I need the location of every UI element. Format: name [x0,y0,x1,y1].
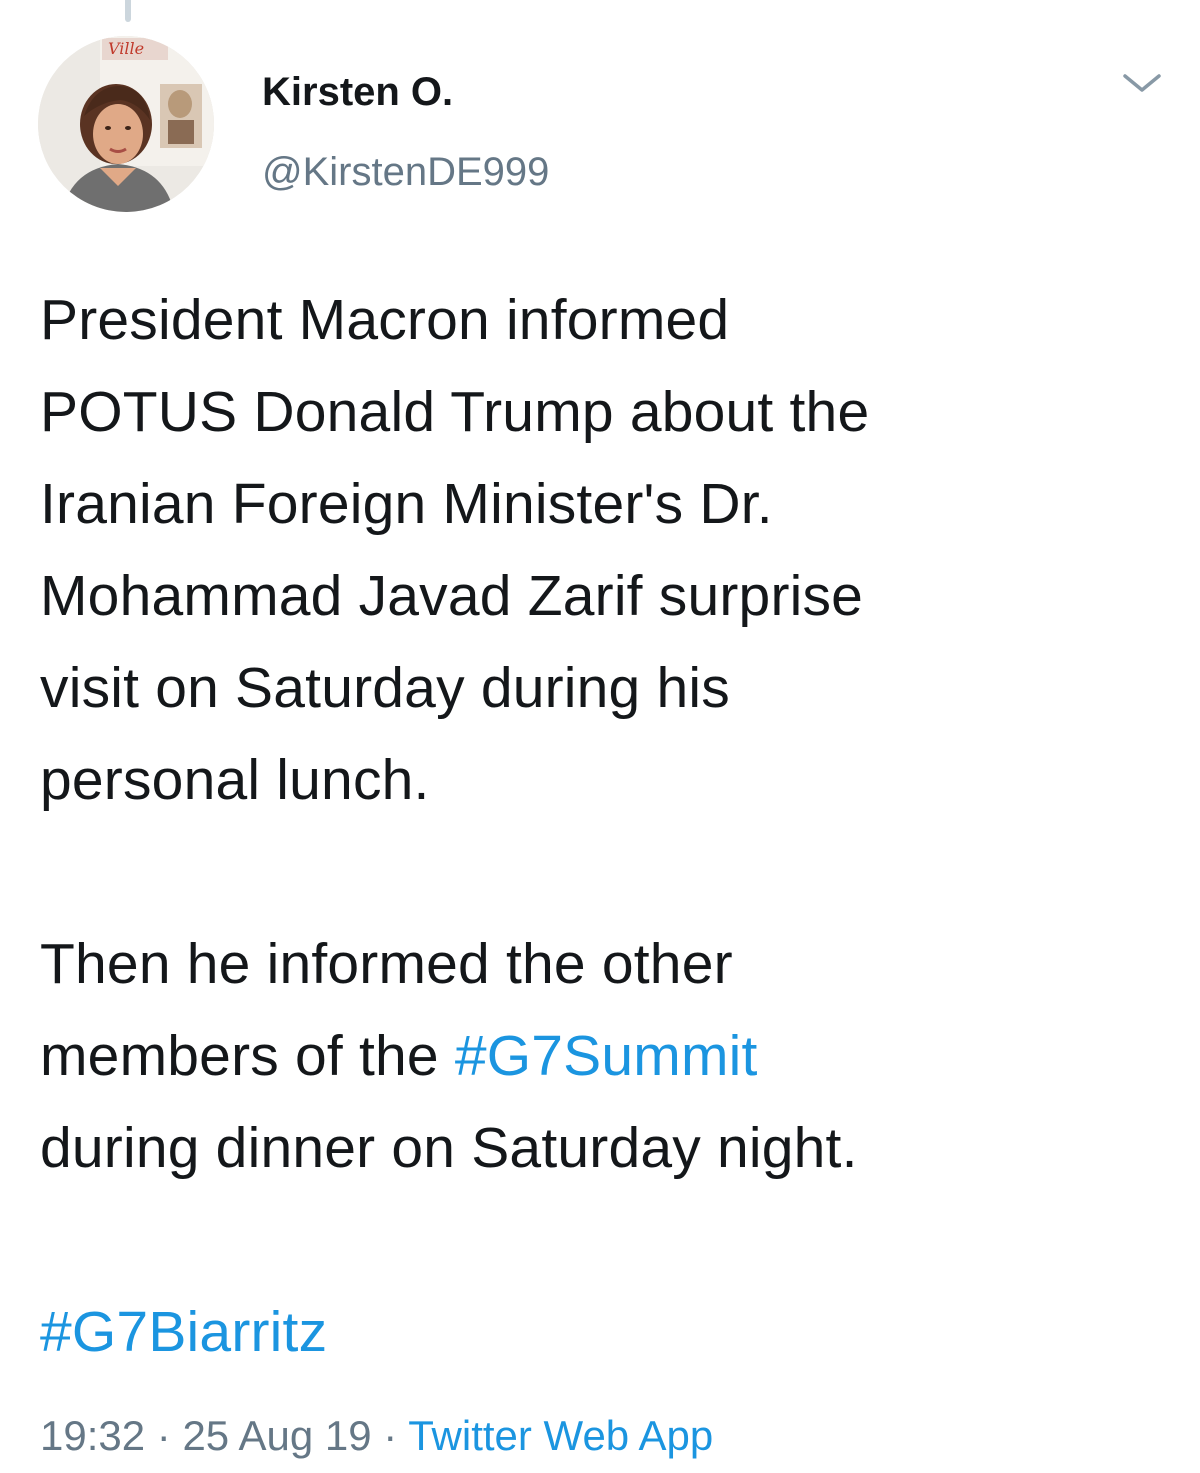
tweet-line: Then he informed the other [40,932,733,996]
tweet-line: Mohammad Javad Zarif surprise [40,564,864,628]
meta-separator: · [145,1412,183,1459]
tweet-time[interactable]: 19:32 [40,1412,145,1459]
tweet-text-fragment: members of the [40,1024,455,1088]
chevron-down-icon[interactable] [1120,68,1164,98]
meta-separator: · [371,1412,409,1459]
tweet-text: President Macron informed POTUS Donald T… [40,274,1170,1378]
tweet-line: President Macron informed [40,288,730,352]
avatar-sign-text: Ville [108,39,144,58]
tweet-metadata: 19:32 · 25 Aug 19 · Twitter Web App [40,1410,713,1462]
hashtag-g7biarritz-link[interactable]: #G7Biarritz [40,1286,1170,1378]
author-display-name[interactable]: Kirsten O. [262,68,453,116]
thread-connector-line [125,0,131,22]
tweet-line: members of the #G7Summit [40,1010,1170,1102]
tweet-line: visit on Saturday during his [40,656,730,720]
tweet-date[interactable]: 25 Aug 19 [182,1412,371,1459]
hashtag-g7summit-link[interactable]: #G7Summit [455,1024,758,1088]
tweet-line: Iranian Foreign Minister's Dr. [40,472,773,536]
tweet-line: POTUS Donald Trump about the [40,380,870,444]
tweet-line: personal lunch. [40,748,430,812]
author-handle[interactable]: @KirstenDE999 [262,148,549,196]
tweet-source-link[interactable]: Twitter Web App [408,1412,713,1459]
avatar[interactable]: Ville [38,36,214,212]
tweet-line: during dinner on Saturday night. [40,1116,858,1180]
profile-photo-icon: Ville [38,36,214,212]
